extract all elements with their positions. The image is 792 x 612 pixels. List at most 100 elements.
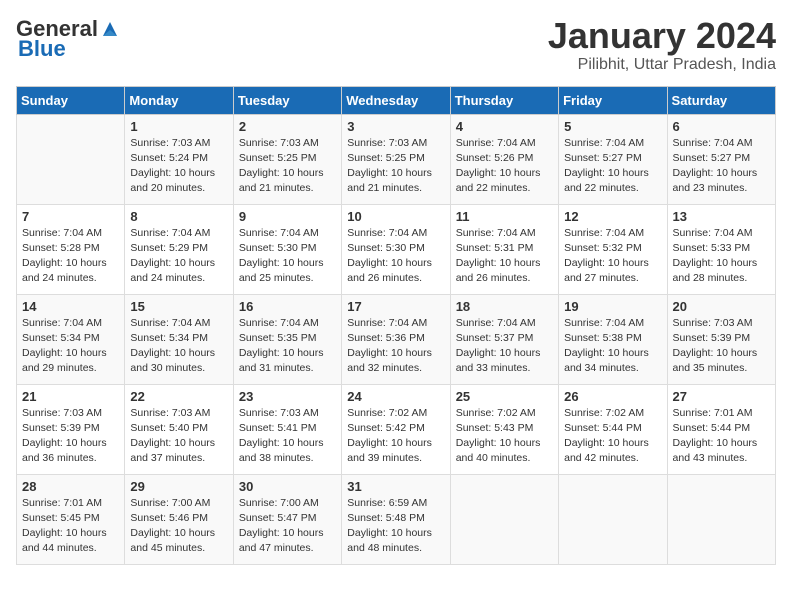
day-info: Sunrise: 7:01 AM Sunset: 5:44 PM Dayligh… — [673, 406, 770, 467]
calendar-cell: 1Sunrise: 7:03 AM Sunset: 5:24 PM Daylig… — [125, 114, 233, 204]
location-subtitle: Pilibhit, Uttar Pradesh, India — [548, 56, 776, 74]
day-info: Sunrise: 7:04 AM Sunset: 5:30 PM Dayligh… — [239, 226, 336, 287]
day-info: Sunrise: 7:04 AM Sunset: 5:29 PM Dayligh… — [130, 226, 227, 287]
day-info: Sunrise: 7:03 AM Sunset: 5:39 PM Dayligh… — [22, 406, 119, 467]
day-info: Sunrise: 7:03 AM Sunset: 5:40 PM Dayligh… — [130, 406, 227, 467]
day-number: 19 — [564, 299, 661, 314]
day-number: 30 — [239, 479, 336, 494]
day-header-monday: Monday — [125, 86, 233, 114]
day-number: 17 — [347, 299, 444, 314]
day-number: 21 — [22, 389, 119, 404]
day-number: 18 — [456, 299, 553, 314]
day-info: Sunrise: 7:04 AM Sunset: 5:30 PM Dayligh… — [347, 226, 444, 287]
day-number: 8 — [130, 209, 227, 224]
week-row-5: 28Sunrise: 7:01 AM Sunset: 5:45 PM Dayli… — [17, 474, 776, 564]
day-info: Sunrise: 7:04 AM Sunset: 5:27 PM Dayligh… — [564, 136, 661, 197]
day-info: Sunrise: 7:04 AM Sunset: 5:33 PM Dayligh… — [673, 226, 770, 287]
calendar-cell: 15 Sunrise: 7:04 AM Sunset: 5:34 PM Dayli… — [125, 294, 233, 384]
calendar-header-row: SundayMondayTuesdayWednesdayThursdayFrid… — [17, 86, 776, 114]
day-info: Sunrise: 7:04 AM Sunset: 5:38 PM Dayligh… — [564, 316, 661, 377]
day-number: 6 — [673, 119, 770, 134]
day-number: 3 — [347, 119, 444, 134]
calendar-cell — [559, 474, 667, 564]
day-info: Sunrise: 7:00 AM Sunset: 5:47 PM Dayligh… — [239, 496, 336, 557]
day-info: Sunrise: 7:04 AM Sunset: 5:27 PM Dayligh… — [673, 136, 770, 197]
day-header-thursday: Thursday — [450, 86, 558, 114]
calendar-cell: 5Sunrise: 7:04 AM Sunset: 5:27 PM Daylig… — [559, 114, 667, 204]
calendar-cell: 2 Sunrise: 7:03 AM Sunset: 5:25 PM Daylig… — [233, 114, 341, 204]
calendar-cell: 27 Sunrise: 7:01 AM Sunset: 5:44 PM Dayli… — [667, 384, 775, 474]
calendar-cell: 4 Sunrise: 7:04 AM Sunset: 5:26 PM Daylig… — [450, 114, 558, 204]
day-number: 13 — [673, 209, 770, 224]
day-number: 4 — [456, 119, 553, 134]
calendar-cell: 19 Sunrise: 7:04 AM Sunset: 5:38 PM Dayli… — [559, 294, 667, 384]
day-info: Sunrise: 7:00 AM Sunset: 5:46 PM Dayligh… — [130, 496, 227, 557]
day-number: 25 — [456, 389, 553, 404]
day-info: Sunrise: 7:03 AM Sunset: 5:25 PM Dayligh… — [239, 136, 336, 197]
calendar-cell: 18 Sunrise: 7:04 AM Sunset: 5:37 PM Dayli… — [450, 294, 558, 384]
calendar-cell: 8 Sunrise: 7:04 AM Sunset: 5:29 PM Daylig… — [125, 204, 233, 294]
day-info: Sunrise: 7:04 AM Sunset: 5:35 PM Dayligh… — [239, 316, 336, 377]
day-info: Sunrise: 7:03 AM Sunset: 5:25 PM Dayligh… — [347, 136, 444, 197]
day-number: 29 — [130, 479, 227, 494]
day-info: Sunrise: 7:02 AM Sunset: 5:44 PM Dayligh… — [564, 406, 661, 467]
day-number: 28 — [22, 479, 119, 494]
day-info: Sunrise: 7:02 AM Sunset: 5:42 PM Dayligh… — [347, 406, 444, 467]
day-number: 12 — [564, 209, 661, 224]
day-number: 9 — [239, 209, 336, 224]
calendar-cell: 25Sunrise: 7:02 AM Sunset: 5:43 PM Dayli… — [450, 384, 558, 474]
calendar-cell: 29 Sunrise: 7:00 AM Sunset: 5:46 PM Dayli… — [125, 474, 233, 564]
calendar-cell: 16 Sunrise: 7:04 AM Sunset: 5:35 PM Dayli… — [233, 294, 341, 384]
calendar-cell: 22 Sunrise: 7:03 AM Sunset: 5:40 PM Dayli… — [125, 384, 233, 474]
calendar-cell: 6 Sunrise: 7:04 AM Sunset: 5:27 PM Daylig… — [667, 114, 775, 204]
title-block: January 2024 Pilibhit, Uttar Pradesh, In… — [548, 16, 776, 74]
calendar-cell: 28Sunrise: 7:01 AM Sunset: 5:45 PM Dayli… — [17, 474, 125, 564]
day-number: 1 — [130, 119, 227, 134]
day-number: 2 — [239, 119, 336, 134]
calendar-cell: 31Sunrise: 6:59 AM Sunset: 5:48 PM Dayli… — [342, 474, 450, 564]
day-info: Sunrise: 7:04 AM Sunset: 5:34 PM Dayligh… — [130, 316, 227, 377]
day-info: Sunrise: 7:04 AM Sunset: 5:34 PM Dayligh… — [22, 316, 119, 377]
calendar-cell — [17, 114, 125, 204]
calendar-cell: 11Sunrise: 7:04 AM Sunset: 5:31 PM Dayli… — [450, 204, 558, 294]
day-number: 23 — [239, 389, 336, 404]
day-info: Sunrise: 7:04 AM Sunset: 5:28 PM Dayligh… — [22, 226, 119, 287]
day-number: 11 — [456, 209, 553, 224]
day-number: 15 — [130, 299, 227, 314]
day-header-tuesday: Tuesday — [233, 86, 341, 114]
week-row-4: 21 Sunrise: 7:03 AM Sunset: 5:39 PM Dayli… — [17, 384, 776, 474]
calendar-cell: 10 Sunrise: 7:04 AM Sunset: 5:30 PM Dayli… — [342, 204, 450, 294]
day-header-sunday: Sunday — [17, 86, 125, 114]
day-info: Sunrise: 7:04 AM Sunset: 5:26 PM Dayligh… — [456, 136, 553, 197]
day-number: 14 — [22, 299, 119, 314]
day-header-wednesday: Wednesday — [342, 86, 450, 114]
day-header-saturday: Saturday — [667, 86, 775, 114]
calendar-cell: 7 Sunrise: 7:04 AM Sunset: 5:28 PM Daylig… — [17, 204, 125, 294]
day-number: 7 — [22, 209, 119, 224]
logo-text-blue: Blue — [18, 36, 66, 62]
day-number: 27 — [673, 389, 770, 404]
calendar-cell: 12Sunrise: 7:04 AM Sunset: 5:32 PM Dayli… — [559, 204, 667, 294]
calendar-cell — [450, 474, 558, 564]
day-info: Sunrise: 7:04 AM Sunset: 5:36 PM Dayligh… — [347, 316, 444, 377]
day-info: Sunrise: 6:59 AM Sunset: 5:48 PM Dayligh… — [347, 496, 444, 557]
calendar-cell: 24Sunrise: 7:02 AM Sunset: 5:42 PM Dayli… — [342, 384, 450, 474]
day-info: Sunrise: 7:04 AM Sunset: 5:37 PM Dayligh… — [456, 316, 553, 377]
calendar-cell: 14 Sunrise: 7:04 AM Sunset: 5:34 PM Dayli… — [17, 294, 125, 384]
month-year-title: January 2024 — [548, 16, 776, 56]
day-header-friday: Friday — [559, 86, 667, 114]
calendar-cell — [667, 474, 775, 564]
calendar-cell: 17 Sunrise: 7:04 AM Sunset: 5:36 PM Dayli… — [342, 294, 450, 384]
calendar-cell: 9 Sunrise: 7:04 AM Sunset: 5:30 PM Daylig… — [233, 204, 341, 294]
day-number: 10 — [347, 209, 444, 224]
day-number: 16 — [239, 299, 336, 314]
calendar-cell: 3 Sunrise: 7:03 AM Sunset: 5:25 PM Daylig… — [342, 114, 450, 204]
calendar-table: SundayMondayTuesdayWednesdayThursdayFrid… — [16, 86, 776, 565]
day-number: 22 — [130, 389, 227, 404]
calendar-cell: 21 Sunrise: 7:03 AM Sunset: 5:39 PM Dayli… — [17, 384, 125, 474]
week-row-3: 14 Sunrise: 7:04 AM Sunset: 5:34 PM Dayli… — [17, 294, 776, 384]
calendar-cell: 20Sunrise: 7:03 AM Sunset: 5:39 PM Dayli… — [667, 294, 775, 384]
week-row-2: 7 Sunrise: 7:04 AM Sunset: 5:28 PM Daylig… — [17, 204, 776, 294]
calendar-cell: 30 Sunrise: 7:00 AM Sunset: 5:47 PM Dayli… — [233, 474, 341, 564]
day-info: Sunrise: 7:03 AM Sunset: 5:39 PM Dayligh… — [673, 316, 770, 377]
